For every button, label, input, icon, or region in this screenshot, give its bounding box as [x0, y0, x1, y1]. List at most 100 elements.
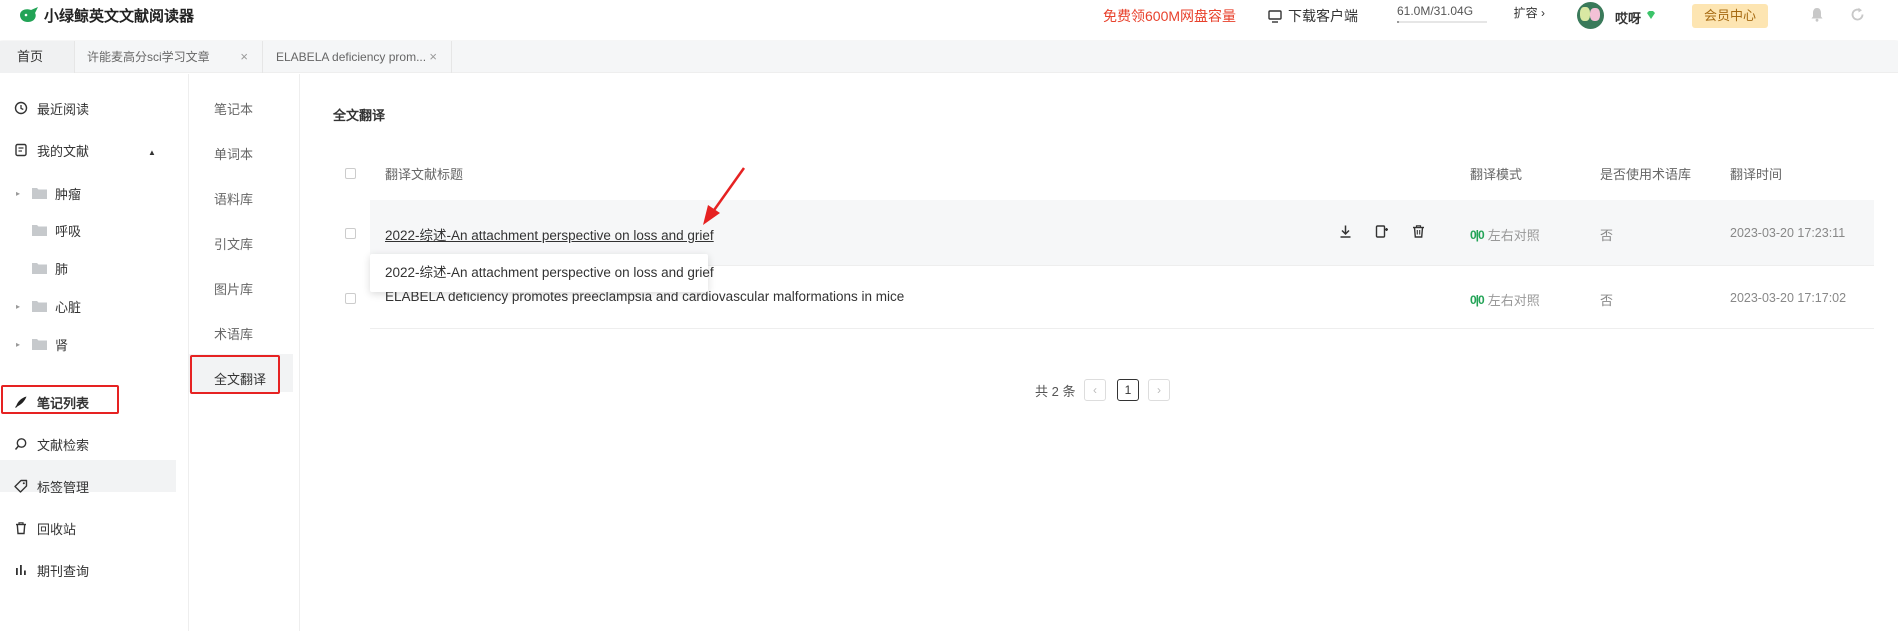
- app-title: 小绿鲸英文文献阅读器: [44, 7, 195, 25]
- avatar[interactable]: [1577, 2, 1604, 29]
- sidebar-item-label: 回收站: [37, 521, 77, 537]
- folder-label: 肺: [55, 261, 69, 277]
- folder-kidney[interactable]: ▸ 肾: [16, 334, 68, 354]
- left-sidebar: 最近阅读 我的文献 ▲ ▸ 肿瘤 呼吸 肺 ▸ 心脏 ▸ 肾 笔记列表 文献检索…: [0, 74, 188, 631]
- column-header-time: 翻译时间: [1730, 167, 1783, 182]
- folder-label: 心脏: [55, 299, 82, 315]
- tab-document-2[interactable]: ELABELA deficiency prom... ×: [264, 41, 452, 73]
- document-icon: [15, 143, 27, 157]
- folder-respiratory[interactable]: 呼吸: [16, 220, 81, 240]
- vip-gem-icon: [1647, 11, 1655, 19]
- storage-usage: 61.0M/31.04G 扩容 ›: [1397, 4, 1545, 23]
- sub-item-wordbook[interactable]: 单词本: [214, 144, 253, 163]
- folder-lung[interactable]: 肺: [16, 258, 68, 278]
- column-header-mode: 翻译模式: [1470, 167, 1523, 182]
- glossary-used-value: 否: [1600, 293, 1614, 308]
- row-checkbox[interactable]: [345, 228, 356, 239]
- glossary-used-value: 否: [1600, 228, 1614, 243]
- side-by-side-icon: 0|0: [1470, 292, 1485, 307]
- storage-progress-bar: [1397, 21, 1487, 23]
- sidebar-item-literature-search[interactable]: 文献检索: [14, 433, 89, 455]
- folder-tumor[interactable]: ▸ 肿瘤: [16, 183, 81, 203]
- translation-mode: 0|0 左右对照: [1470, 225, 1540, 244]
- pagination-total: 共 2 条: [1035, 384, 1076, 399]
- whale-logo-icon: [20, 7, 38, 22]
- search-icon: [14, 438, 27, 450]
- pagination-next-button[interactable]: ›: [1148, 379, 1170, 401]
- folder-label: 呼吸: [55, 223, 82, 239]
- translation-mode: 0|0 左右对照: [1470, 290, 1540, 309]
- translation-mode-label: 左右对照: [1487, 293, 1540, 308]
- notes-sub-sidebar: 笔记本 单词本 语料库 引文库 图片库 术语库 全文翻译: [188, 74, 300, 631]
- folder-icon: [32, 263, 47, 274]
- free-storage-promo-link[interactable]: 免费领600M网盘容量: [1103, 6, 1236, 26]
- sidebar-item-recycle-bin[interactable]: 回收站: [14, 517, 76, 539]
- folder-icon: [32, 188, 47, 199]
- refresh-icon[interactable]: [1850, 7, 1865, 22]
- username[interactable]: 哎呀: [1615, 8, 1641, 27]
- tag-icon: [14, 479, 28, 493]
- storage-progress-fill: [1397, 21, 1399, 23]
- expand-storage-link[interactable]: 扩容 ›: [1514, 4, 1545, 21]
- translation-mode-label: 左右对照: [1487, 228, 1540, 243]
- app-logo[interactable]: 小绿鲸英文文献阅读器: [18, 4, 194, 26]
- translation-time: 2023-03-20 17:17:02: [1730, 291, 1847, 305]
- page-title: 全文翻译: [333, 108, 386, 123]
- document-tabs: 首页 许能麦高分sci学习文章 × ELABELA deficiency pro…: [0, 41, 1898, 73]
- folder-label: 肾: [55, 337, 69, 353]
- translation-doc-title[interactable]: 2022-综述-An attachment perspective on los…: [385, 224, 714, 244]
- row-divider: [370, 328, 1874, 329]
- sub-item-images[interactable]: 图片库: [214, 279, 253, 298]
- pagination-prev-button[interactable]: ‹: [1084, 379, 1106, 401]
- copy-icon[interactable]: [1374, 224, 1389, 239]
- chevron-right-icon[interactable]: ▸: [16, 340, 32, 349]
- caret-up-icon[interactable]: ▲: [148, 148, 156, 157]
- monitor-icon: [1268, 9, 1282, 23]
- sidebar-item-label: 期刊查询: [37, 563, 90, 579]
- tab-home[interactable]: 首页: [0, 41, 75, 73]
- row-checkbox[interactable]: [345, 293, 356, 304]
- chevron-right-icon[interactable]: ▸: [16, 302, 32, 311]
- close-icon[interactable]: ×: [429, 41, 437, 73]
- folder-label: 肿瘤: [55, 186, 82, 202]
- clock-icon: [14, 101, 28, 115]
- title-tooltip: 2022-综述-An attachment perspective on los…: [370, 254, 714, 292]
- sub-item-corpus[interactable]: 语料库: [214, 189, 253, 208]
- folder-heart[interactable]: ▸ 心脏: [16, 296, 81, 316]
- folder-icon: [32, 301, 47, 312]
- translation-time: 2023-03-20 17:23:11: [1730, 226, 1846, 240]
- sidebar-item-label: 文献检索: [37, 437, 90, 453]
- trash-icon: [16, 522, 26, 535]
- sidebar-item-tag-management[interactable]: 标签管理: [14, 475, 89, 497]
- bell-icon[interactable]: [1810, 7, 1824, 22]
- sub-item-notebook[interactable]: 笔记本: [214, 99, 253, 118]
- member-center-button[interactable]: 会员中心: [1692, 4, 1768, 28]
- annotation-arrow-icon: [703, 167, 746, 225]
- sidebar-item-journal-query[interactable]: 期刊查询: [14, 559, 89, 581]
- download-client-button[interactable]: 下载客户端: [1268, 6, 1358, 26]
- delete-icon[interactable]: [1411, 224, 1426, 239]
- bar-chart-icon: [16, 565, 26, 575]
- sidebar-item-recent[interactable]: 最近阅读: [14, 97, 89, 119]
- side-by-side-icon: 0|0: [1470, 227, 1485, 242]
- tab-label: 许能麦高分sci学习文章: [87, 50, 210, 64]
- column-header-title: 翻译文献标题: [385, 167, 464, 182]
- close-icon[interactable]: ×: [240, 41, 248, 73]
- tab-document-1[interactable]: 许能麦高分sci学习文章 ×: [75, 41, 263, 73]
- select-all-checkbox[interactable]: [345, 168, 356, 179]
- chevron-right-icon[interactable]: ▸: [16, 189, 32, 198]
- sidebar-item-my-documents[interactable]: 我的文献: [14, 139, 89, 161]
- sub-item-citations[interactable]: 引文库: [214, 234, 253, 253]
- download-client-label: 下载客户端: [1288, 8, 1358, 24]
- top-header: 小绿鲸英文文献阅读器 免费领600M网盘容量 下载客户端 61.0M/31.04…: [0, 0, 1898, 40]
- tab-label: ELABELA deficiency prom...: [276, 50, 427, 64]
- annotation-highlight-box: [190, 355, 280, 394]
- folder-icon: [32, 225, 47, 236]
- download-icon[interactable]: [1338, 224, 1353, 239]
- sidebar-item-label: 我的文献: [37, 143, 90, 159]
- annotation-highlight-box: [1, 385, 119, 414]
- sub-item-glossary[interactable]: 术语库: [214, 324, 253, 343]
- pagination-page-1[interactable]: 1: [1117, 379, 1139, 401]
- folder-icon: [32, 339, 47, 350]
- column-header-glossary: 是否使用术语库: [1600, 167, 1692, 182]
